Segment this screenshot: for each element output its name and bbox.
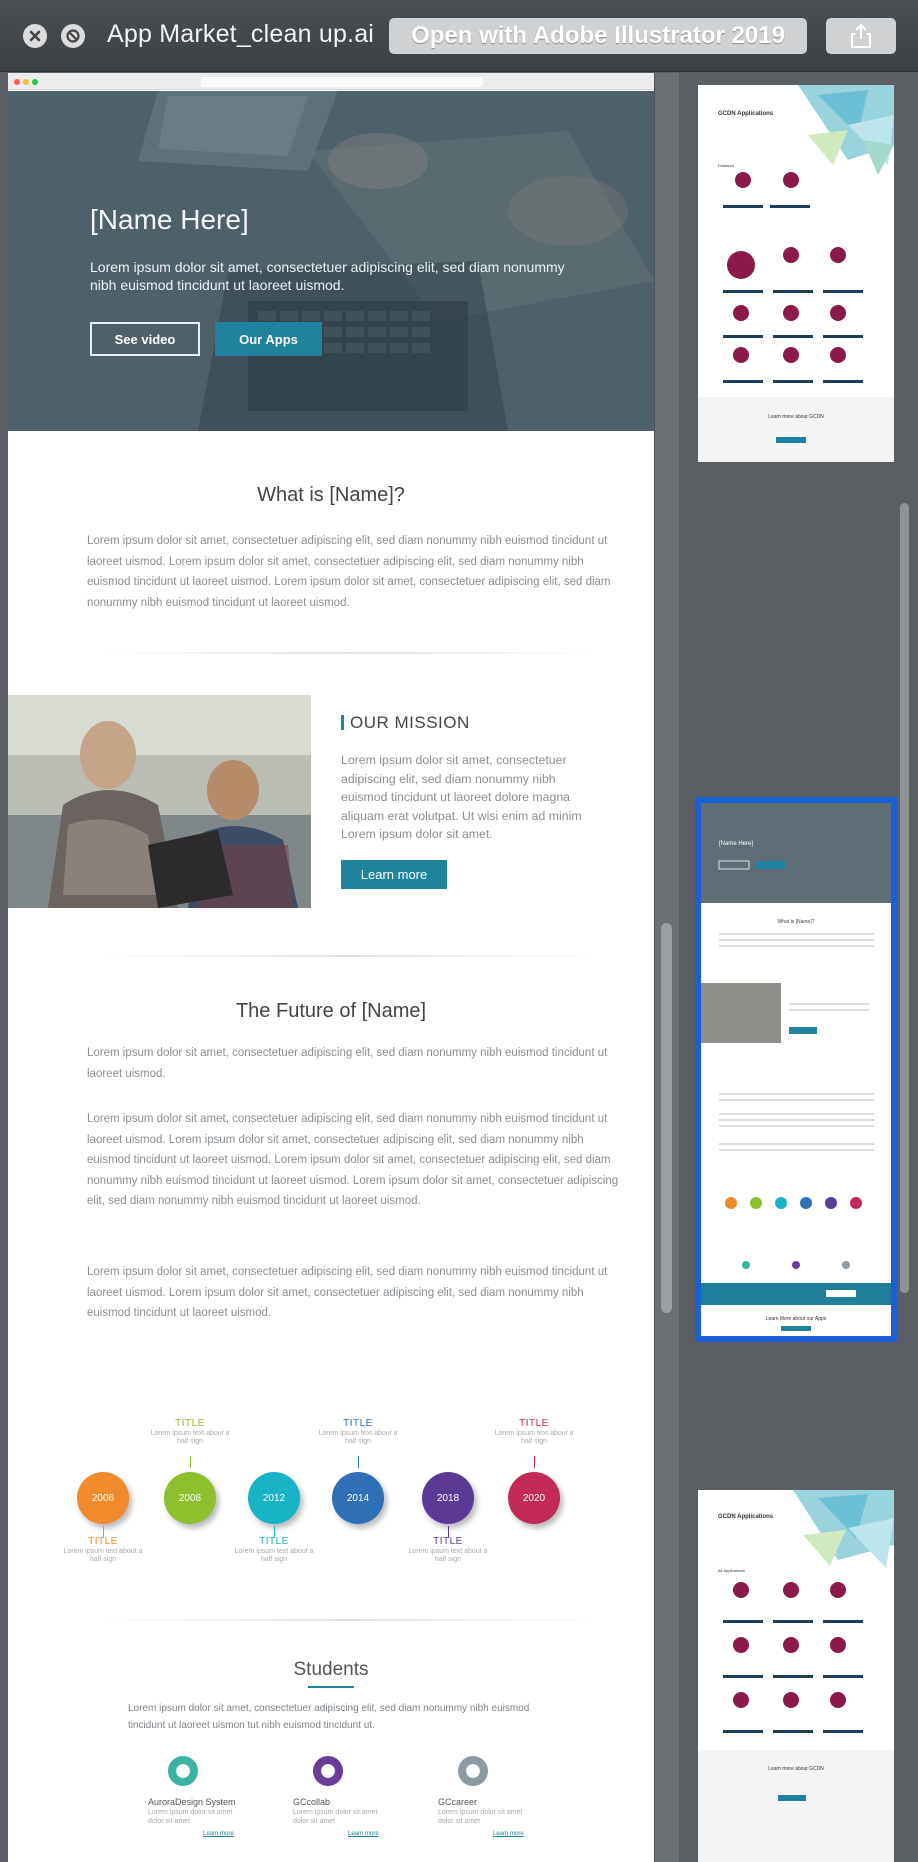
section-divider [100,1619,600,1621]
timeline-connector [274,1526,275,1538]
document-preview[interactable]: [Name Here] Lorem ipsum dolor sit amet, … [8,73,654,1862]
timeline-sub-text: Lorem ipsum text about a half sign [494,1430,574,1445]
section-divider [100,652,600,654]
thumb-2-title: [Name Here] [719,841,753,847]
app-name: GCcollab [293,1797,331,1807]
app-learn-more-link[interactable]: Learn more [493,1831,524,1837]
url-bar [201,77,483,87]
our-apps-button[interactable]: Our Apps [215,322,322,356]
thumb-2-footer: Learn More about our Apps [766,1316,827,1322]
timeline-year-2008: 2008 [164,1472,216,1524]
gccollab-logo-icon [313,1756,343,1786]
app-learn-more-link[interactable]: Learn more [203,1831,234,1837]
app-description: Lorem ipsum dolor sit amet dolor sit ame… [148,1809,233,1825]
thumbnail-3-preview: GCDN Applications All Applications Learn… [698,1490,894,1862]
timeline-year-2012: 2012 [248,1472,300,1524]
page-thumbnail-2-selected[interactable]: [Name Here] What is [Name]? Learn More a… [695,797,897,1342]
close-icon[interactable] [23,24,47,48]
timeline-sub-text: Lorem ipsum text about a half sign [63,1548,143,1563]
mission-image [8,695,311,908]
app-description: Lorem ipsum dolor sit amet dolor sit ame… [438,1809,523,1825]
mission-text: Lorem ipsum dolor sit amet, consectetuer… [341,753,582,841]
students-text: Lorem ipsum dolor sit amet, consectetuer… [128,1703,530,1731]
what-is-text: Lorem ipsum dolor sit amet, consectetuer… [87,535,611,609]
aurora-logo-icon [168,1756,198,1786]
app-learn-more-link[interactable]: Learn more [348,1831,379,1837]
thumb-3-section: All Applications [718,1568,745,1573]
thumbnail-1-preview: GCDN Applications Featured Learn more ab… [698,85,894,462]
gccareer-logo-icon [458,1756,488,1786]
hero-title: [Name Here] [90,204,249,235]
page-thumbnail-3[interactable]: GCDN Applications All Applications Learn… [698,1490,894,1862]
see-video-button[interactable]: See video [90,322,200,356]
thumb-1-section: Featured [718,163,734,168]
timeline-year-2006: 2006 [77,1472,129,1524]
browser-chrome [8,73,654,90]
window-title: App Market_clean up.ai [107,20,375,48]
timeline-sub-text: Lorem ipsum text about a half sign [318,1430,398,1445]
timeline-connector [358,1456,359,1468]
timeline-title: TITLE [519,1418,549,1429]
learn-more-button[interactable]: Learn more [341,860,447,889]
timeline-year-2020: 2020 [508,1472,560,1524]
hero-section: [Name Here] Lorem ipsum dolor sit amet, … [8,91,654,431]
future-title: The Future of [Name] [235,1000,427,1022]
open-with-button[interactable]: Open with Adobe Illustrator 2019 [389,18,807,54]
timeline-connector [448,1526,449,1538]
hero-text: Lorem ipsum dolor sit amet, consectetuer… [90,259,565,293]
app-name: GCcareer [438,1797,478,1807]
what-is-title: What is [Name]? [257,484,405,506]
block-icon[interactable] [61,24,85,48]
future-paragraph-1: Lorem ipsum dolor sit amet, consectetuer… [87,1047,608,1080]
thumb-1-footer: Learn more about GCDN [768,414,824,420]
app-description: Lorem ipsum dolor sit amet dolor sit ame… [293,1809,378,1825]
page-thumbnail-1[interactable]: GCDN Applications Featured Learn more ab… [698,85,894,462]
share-button[interactable] [826,18,896,54]
window-dot-green [32,79,38,85]
timeline-year-2014: 2014 [332,1472,384,1524]
timeline-title: TITLE [343,1418,373,1429]
students-underline [308,1686,354,1688]
timeline-sub-text: Lorem ipsum text about a half sign [150,1430,230,1445]
app-name: AuroraDesign System [148,1797,236,1807]
thumb-1-title: GCDN Applications [718,111,774,117]
future-paragraph-2: Lorem ipsum dolor sit amet, consectetuer… [87,1113,619,1207]
window-dot-yellow [23,79,29,85]
thumbnails-scrollbar[interactable] [900,503,909,1293]
section-divider [100,955,600,957]
thumb-2-section: What is [Name]? [778,919,815,925]
timeline-title: TITLE [175,1418,205,1429]
thumbnail-2-preview: [Name Here] What is [Name]? Learn More a… [701,803,891,1336]
students-title: Students [293,1659,369,1680]
preview-scrollbar[interactable] [654,73,679,1862]
thumb-3-title: GCDN Applications [718,1514,774,1520]
thumb-3-footer: Learn more about GCDN [768,1766,824,1772]
mission-photo [8,695,311,908]
mission-title: OUR MISSION [350,713,470,732]
timeline-connector [534,1456,535,1468]
timeline-sub-text: Lorem ipsum text about a half sign [408,1548,488,1563]
timeline-year-2018: 2018 [422,1472,474,1524]
mission-accent-bar [341,715,344,730]
timeline-connector [190,1456,191,1468]
future-paragraph-3: Lorem ipsum dolor sit amet, consectetuer… [87,1266,608,1319]
timeline-connector [103,1526,104,1538]
preview-scrollbar-thumb[interactable] [661,923,672,1313]
page-thumbnails-sidebar: GCDN Applications Featured Learn more ab… [679,73,918,1862]
share-icon [851,23,871,48]
timeline-sub-text: Lorem ipsum text about a half sign [234,1548,314,1563]
title-bar: App Market_clean up.ai Open with Adobe I… [0,0,918,72]
window-dot-red [14,79,20,85]
